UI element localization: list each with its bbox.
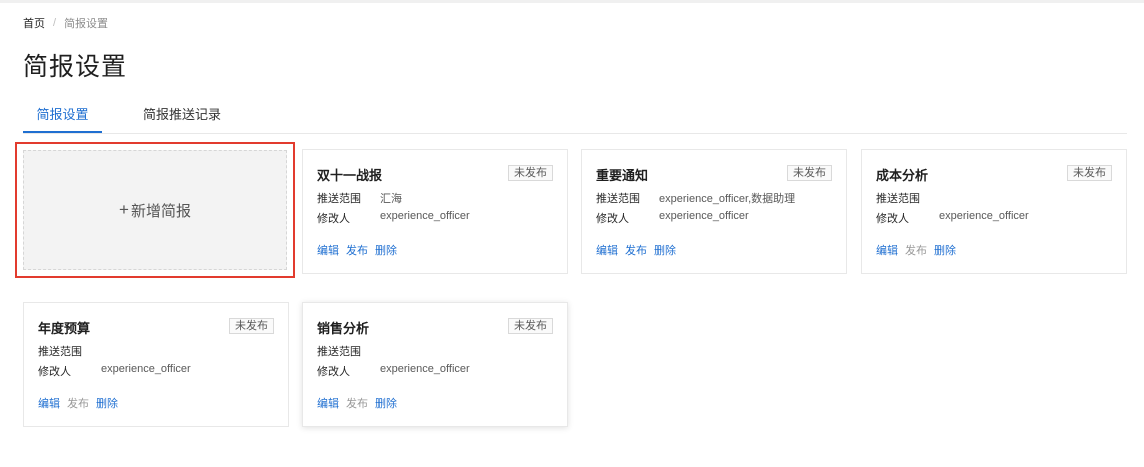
- scope-label: 推送范围: [317, 193, 361, 205]
- scope-row: 推送范围 汇海: [317, 190, 402, 206]
- card-title: 销售分析: [317, 321, 370, 336]
- edit-button[interactable]: 编辑: [596, 242, 618, 258]
- card-actions: 编辑 发布 删除: [317, 242, 397, 258]
- edit-button[interactable]: 编辑: [317, 395, 339, 411]
- scope-label: 推送范围: [317, 346, 361, 358]
- tab-briefing-settings[interactable]: 简报设置: [23, 96, 102, 133]
- card-title: 年度预算: [38, 321, 91, 336]
- card-actions: 编辑 发布 删除: [317, 395, 397, 411]
- page-title: 简报设置: [23, 53, 128, 81]
- delete-button[interactable]: 删除: [375, 395, 397, 411]
- status-badge: 未发布: [787, 165, 832, 181]
- scope-label: 推送范围: [876, 193, 920, 205]
- editor-row: 修改人 experience_officer: [38, 363, 191, 379]
- card-actions: 编辑 发布 删除: [38, 395, 118, 411]
- publish-button[interactable]: 发布: [67, 395, 89, 411]
- scope-label: 推送范围: [596, 193, 640, 205]
- editor-label: 修改人: [317, 366, 350, 378]
- status-badge: 未发布: [229, 318, 274, 334]
- delete-button[interactable]: 删除: [96, 395, 118, 411]
- add-briefing-label: 新增简报: [130, 202, 191, 220]
- scope-label: 推送范围: [38, 346, 82, 358]
- delete-button[interactable]: 删除: [934, 242, 956, 258]
- editor-value: experience_officer: [939, 210, 1029, 222]
- editor-row: 修改人 experience_officer: [317, 363, 470, 379]
- delete-button[interactable]: 删除: [654, 242, 676, 258]
- briefing-card: 成本分析 未发布 推送范围 修改人 experience_officer 编辑 …: [861, 149, 1127, 274]
- editor-label: 修改人: [876, 213, 909, 225]
- scope-value: 汇海: [380, 193, 402, 205]
- scope-row: 推送范围 experience_officer,数据助理: [596, 190, 795, 206]
- publish-button[interactable]: 发布: [346, 242, 368, 258]
- publish-button[interactable]: 发布: [625, 242, 647, 258]
- editor-row: 修改人 experience_officer: [876, 210, 1029, 226]
- card-actions: 编辑 发布 删除: [876, 242, 956, 258]
- card-title: 重要通知: [596, 168, 649, 183]
- tab-bar: 简报设置 简报推送记录: [23, 96, 1127, 134]
- tab-push-records[interactable]: 简报推送记录: [130, 96, 234, 133]
- scope-row: 推送范围: [38, 343, 82, 359]
- scope-row: 推送范围: [876, 190, 920, 206]
- editor-value: experience_officer: [659, 210, 749, 222]
- active-tab-indicator: [23, 131, 102, 133]
- edit-button[interactable]: 编辑: [317, 242, 339, 258]
- scope-value: experience_officer,数据助理: [659, 193, 796, 205]
- plus-icon: +: [119, 200, 129, 219]
- breadcrumb-home-link[interactable]: 首页: [23, 15, 45, 31]
- status-badge: 未发布: [1067, 165, 1112, 181]
- editor-label: 修改人: [317, 213, 350, 225]
- breadcrumb-separator: /: [53, 17, 57, 29]
- card-actions: 编辑 发布 删除: [596, 242, 676, 258]
- editor-row: 修改人 experience_officer: [317, 210, 470, 226]
- editor-label: 修改人: [38, 366, 71, 378]
- briefing-card: 双十一战报 未发布 推送范围 汇海 修改人 experience_officer…: [302, 149, 568, 274]
- briefing-card: 重要通知 未发布 推送范围 experience_officer,数据助理 修改…: [581, 149, 847, 274]
- card-title: 双十一战报: [317, 168, 383, 183]
- scope-row: 推送范围: [317, 343, 361, 359]
- publish-button[interactable]: 发布: [905, 242, 927, 258]
- editor-value: experience_officer: [380, 210, 470, 222]
- editor-value: experience_officer: [101, 363, 191, 375]
- editor-row: 修改人 experience_officer: [596, 210, 749, 226]
- card-title: 成本分析: [876, 168, 929, 183]
- edit-button[interactable]: 编辑: [876, 242, 898, 258]
- delete-button[interactable]: 删除: [375, 242, 397, 258]
- add-briefing-highlight: + 新增简报: [15, 142, 295, 278]
- top-border: [0, 0, 1144, 3]
- briefing-card: 年度预算 未发布 推送范围 修改人 experience_officer 编辑 …: [23, 302, 289, 427]
- publish-button[interactable]: 发布: [346, 395, 368, 411]
- editor-value: experience_officer: [380, 363, 470, 375]
- status-badge: 未发布: [508, 318, 553, 334]
- status-badge: 未发布: [508, 165, 553, 181]
- edit-button[interactable]: 编辑: [38, 395, 60, 411]
- add-briefing-button[interactable]: + 新增简报: [23, 150, 287, 270]
- breadcrumb: 首页 / 简报设置: [23, 15, 108, 31]
- briefing-card: 销售分析 未发布 推送范围 修改人 experience_officer 编辑 …: [302, 302, 568, 427]
- editor-label: 修改人: [596, 213, 629, 225]
- breadcrumb-current: 简报设置: [64, 18, 109, 30]
